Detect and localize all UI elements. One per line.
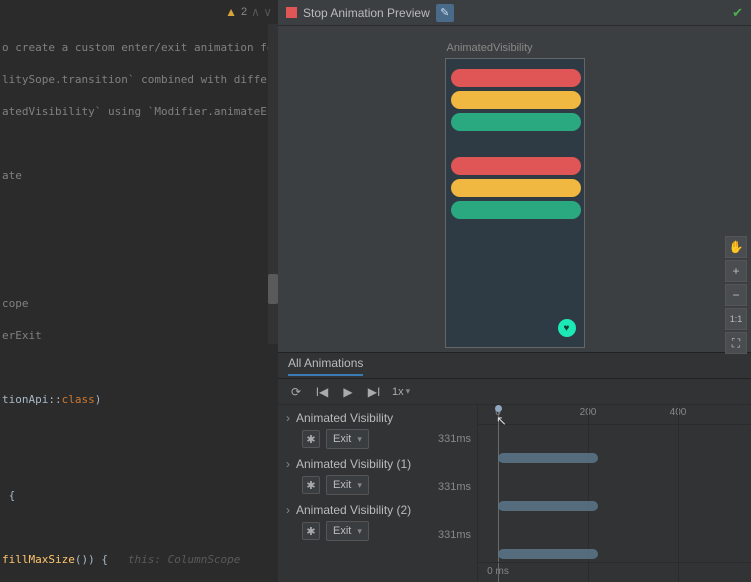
expand-button[interactable]: ⛶ <box>725 332 747 354</box>
preview-stripe <box>451 223 581 241</box>
fab-heart-button[interactable]: ♥ <box>558 319 576 337</box>
play-button[interactable]: ▶ <box>340 385 356 399</box>
time-current-label: 0 ms <box>487 566 509 577</box>
swap-states-button[interactable]: ✱ <box>302 522 320 540</box>
preview-stripe <box>451 135 581 153</box>
timeline[interactable]: 02004006008001000 ↖ 331ms331ms331ms 0 ms <box>478 405 751 582</box>
track-name: Animated Visibility <box>296 411 393 425</box>
preview-stripe <box>451 91 581 109</box>
status-ok-icon: ✔ <box>732 5 743 21</box>
timeline-bar[interactable] <box>498 549 598 559</box>
duration-label: 331ms <box>438 529 471 541</box>
expand-track-icon[interactable]: › <box>286 457 290 471</box>
preview-toolbar: Stop Animation Preview ✎ ✔ <box>278 0 751 26</box>
track-list: › Animated Visibility ✱ Exit▾ › Animated Visi… <box>278 405 478 582</box>
editor-scrollbar[interactable] <box>268 24 278 344</box>
timeline-bar[interactable] <box>498 453 598 463</box>
playback-controls: ⟳ I◀ ▶ ▶I 1x▾ <box>278 379 751 405</box>
canvas-side-tools: ✋ + − 1:1 ⛶ <box>725 236 747 354</box>
warning-icon[interactable]: ▲ <box>225 5 237 19</box>
preview-stripe <box>451 113 581 131</box>
timeline-row: 331ms <box>478 473 751 521</box>
scrollbar-thumb[interactable] <box>268 274 278 304</box>
interactive-mode-button[interactable]: ✎ <box>436 4 454 22</box>
inspection-bar: ▲ 2 ∧ ∨ <box>0 0 278 24</box>
code-area[interactable]: o create a custom enter/exit animation f… <box>0 24 268 582</box>
preview-title: AnimatedVisibility <box>445 42 585 54</box>
timeline-footer: 0 ms <box>478 562 751 582</box>
code-editor-pane: ▲ 2 ∧ ∨ o create a custom enter/exit ani… <box>0 0 278 582</box>
expand-track-icon[interactable]: › <box>286 411 290 425</box>
state-select[interactable]: Exit▾ <box>326 429 369 449</box>
expand-track-icon[interactable]: › <box>286 503 290 517</box>
duration-label: 331ms <box>438 433 471 445</box>
stop-animation-label[interactable]: Stop Animation Preview <box>303 6 430 20</box>
timeline-row: 331ms <box>478 425 751 473</box>
stop-icon[interactable] <box>286 7 297 18</box>
timeline-bar[interactable] <box>498 501 598 511</box>
zoom-out-button[interactable]: − <box>725 284 747 306</box>
preview-canvas[interactable]: AnimatedVisibility ♥ ✋ + − 1:1 ⛶ <box>278 26 751 352</box>
preview-pane: Stop Animation Preview ✎ ✔ AnimatedVisib… <box>278 0 751 582</box>
preview-device-wrap: AnimatedVisibility ♥ <box>445 42 585 348</box>
animation-tabs: All Animations <box>278 353 751 379</box>
swap-states-button[interactable]: ✱ <box>302 430 320 448</box>
skip-end-button[interactable]: ▶I <box>366 385 382 399</box>
state-select[interactable]: Exit▾ <box>326 475 369 495</box>
zoom-reset-button[interactable]: 1:1 <box>725 308 747 330</box>
track-name: Animated Visibility (1) <box>296 457 411 471</box>
swap-states-button[interactable]: ✱ <box>302 476 320 494</box>
state-select[interactable]: Exit▾ <box>326 521 369 541</box>
inspection-more-icon[interactable]: ∧ ∨ <box>251 5 272 19</box>
preview-stripe <box>451 201 581 219</box>
preview-stripe <box>451 157 581 175</box>
animation-panel: All Animations ⟳ I◀ ▶ ▶I 1x▾ › Animated V… <box>278 352 751 582</box>
tab-all-animations[interactable]: All Animations <box>288 356 363 376</box>
warning-count: 2 <box>241 6 247 18</box>
preview-device[interactable]: ♥ <box>445 58 585 348</box>
zoom-in-button[interactable]: + <box>725 260 747 282</box>
loop-button[interactable]: ⟳ <box>288 385 304 399</box>
pan-button[interactable]: ✋ <box>725 236 747 258</box>
duration-label: 331ms <box>438 481 471 493</box>
speed-dropdown[interactable]: 1x▾ <box>392 386 410 398</box>
track-name: Animated Visibility (2) <box>296 503 411 517</box>
skip-start-button[interactable]: I◀ <box>314 385 330 399</box>
preview-stripe <box>451 69 581 87</box>
preview-stripe <box>451 179 581 197</box>
